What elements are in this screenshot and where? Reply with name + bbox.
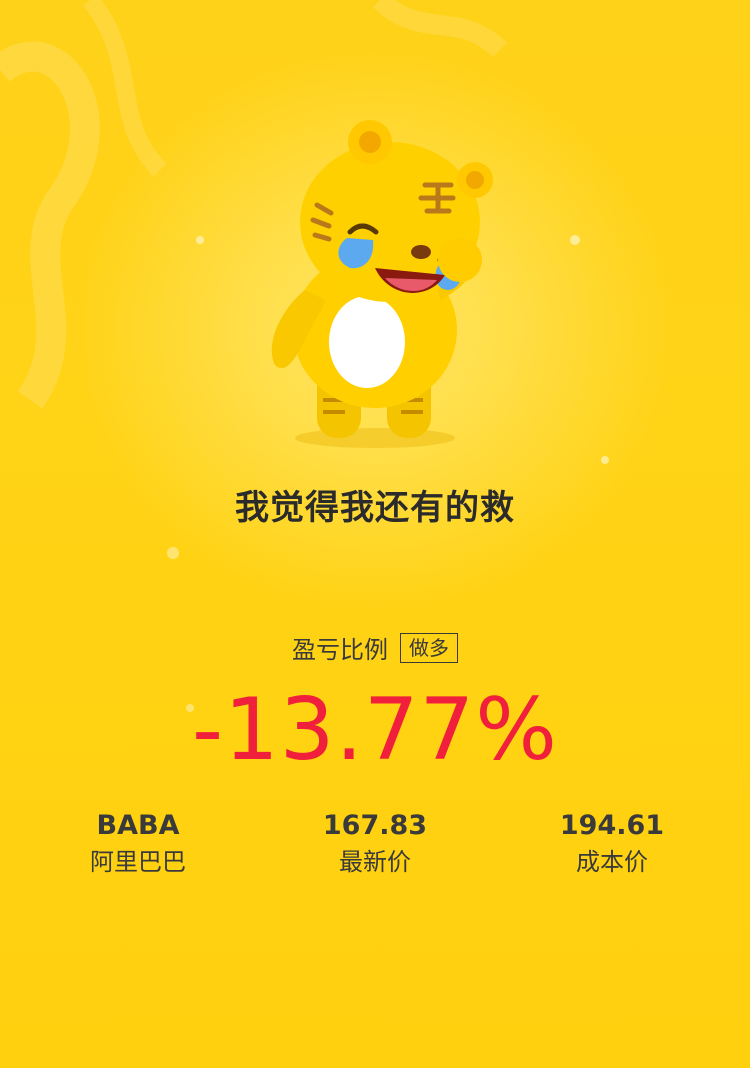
- pnl-ratio-label: 盈亏比例: [292, 636, 388, 664]
- position-direction-badge: 做多: [400, 632, 458, 663]
- stock-symbol-stat: BABA 阿里巴巴: [38, 808, 238, 880]
- stock-symbol: BABA: [96, 810, 180, 841]
- pnl-percentage: -13.77%: [192, 680, 558, 780]
- stock-name: 阿里巴巴: [90, 848, 186, 876]
- crying-tiger-mascot: [271, 120, 493, 448]
- cost-price-label: 成本价: [576, 848, 648, 876]
- cost-price-value: 194.61: [559, 810, 665, 841]
- stats-row: BABA 阿里巴巴 167.83 最新价 194.61 成本价: [0, 808, 750, 898]
- pnl-ratio-row: 盈亏比例 做多: [0, 630, 750, 665]
- latest-price-label: 最新价: [339, 848, 411, 876]
- slogan-text: 我觉得我还有的救: [235, 488, 515, 528]
- share-card: 我觉得我还有的救 盈亏比例 做多 -13.77% BABA 阿里巴巴 167.8…: [0, 0, 750, 1068]
- latest-price-value: 167.83: [322, 810, 428, 841]
- latest-price-stat: 167.83 最新价: [275, 808, 475, 880]
- cost-price-stat: 194.61 成本价: [512, 808, 712, 880]
